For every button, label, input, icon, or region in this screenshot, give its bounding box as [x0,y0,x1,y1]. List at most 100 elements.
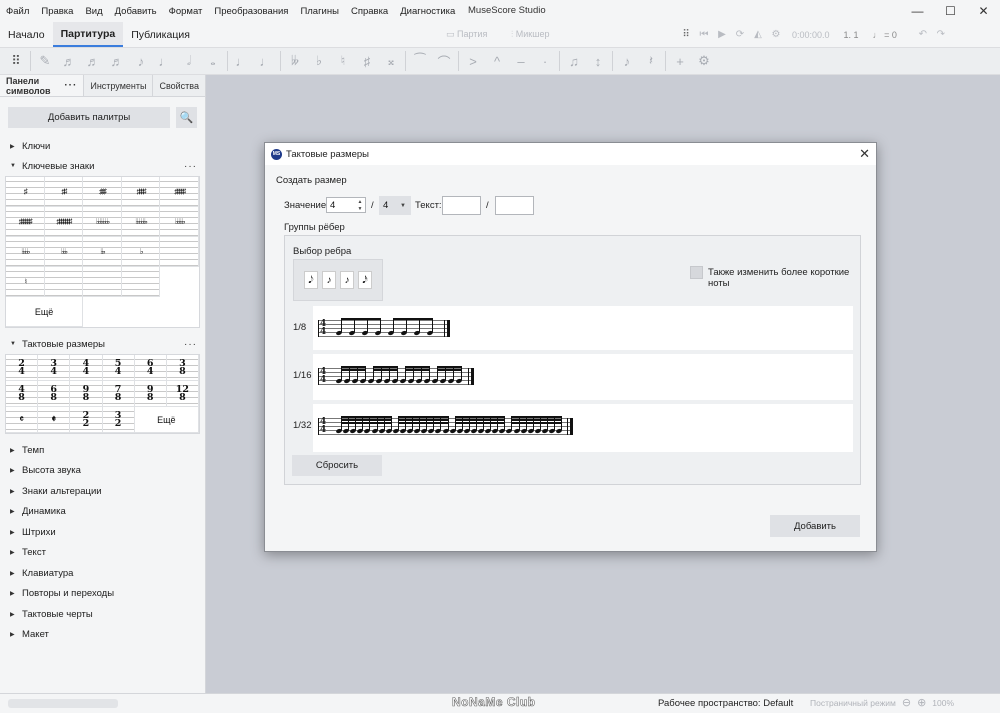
note-input-pen-icon[interactable]: ✎ [33,49,57,73]
text-denominator-input[interactable] [495,196,534,215]
time-signature-cell[interactable]: 44 [70,355,103,381]
palette-header[interactable]: ▶ Клавиатура [0,563,205,584]
rest-icon[interactable]: 𝄽 [639,49,663,73]
drag-handle-icon[interactable]: ⠿ [4,49,28,73]
key-signature-cell[interactable]: ♭♭♭♭♭ [160,207,199,237]
palettes-more-icon[interactable]: ··· [64,80,77,91]
denominator-select[interactable]: 4 ▼ [379,196,411,215]
key-signature-cell[interactable]: ♯♯♯♯ [121,177,161,207]
key-signature-cell[interactable]: ♭♭♭♭♭♭♭ [83,207,122,237]
note-8th-icon[interactable]: ♪ [129,49,153,73]
loop-icon[interactable]: ⟳ [732,27,748,43]
tab-score[interactable]: Партитура [52,22,124,47]
double-sharp-icon[interactable]: 𝄪 [379,49,403,73]
also-shorter-checkbox[interactable] [690,266,703,279]
marcato-icon[interactable]: ^ [485,49,509,73]
key-signature-cell[interactable] [83,267,122,297]
time-signature-cell[interactable]: 34 [38,355,71,381]
note-16th-icon[interactable]: ♬ [105,49,129,73]
accent-icon[interactable]: > [461,49,485,73]
tab-home[interactable]: Начало [0,22,53,47]
key-signature-cell[interactable]: ♯♯♯♯♯♯♯ [44,207,84,237]
flip-icon[interactable]: ↕ [586,49,610,73]
key-signature-cell[interactable]: ♯♯♯ [83,177,122,207]
numerator-spinbox[interactable]: 4 ▲ ▼ [326,197,366,213]
view-mode-selector[interactable]: Постраничный режим [810,698,896,708]
menu-item[interactable]: Правка [35,6,79,17]
beam-staff-preview[interactable]: 44 [313,354,853,400]
menu-item[interactable]: Файл [0,6,35,17]
time-signature-cell[interactable]: 𝄵 [38,407,71,433]
time-signature-cell[interactable]: 32 [102,407,135,433]
tab-instruments[interactable]: Инструменты [84,75,154,96]
tie-icon[interactable]: ⁀ [408,49,432,73]
time-signature-cell[interactable]: 54 [102,355,135,381]
key-signature-cell[interactable]: ♯♯♯♯♯♯ [6,207,45,237]
minimize-button[interactable]: — [901,0,934,22]
tab-publish[interactable]: Публикация [123,22,198,47]
key-signature-cell[interactable]: ♭ [121,237,161,267]
menu-item[interactable]: Преобразования [208,6,294,17]
close-window-button[interactable]: ✕ [967,0,1000,22]
palette-header[interactable]: ▶ Штрихи [0,522,205,543]
beam-middle-icon[interactable]: ♪ [340,271,354,289]
slur-icon[interactable]: ⌒ [432,49,456,73]
search-icon[interactable]: 🔍 [176,107,197,128]
beam-staff-preview[interactable]: 44 [313,404,853,452]
time-signature-cell[interactable]: 78 [102,381,135,407]
add-palette-button[interactable]: Добавить палитры [8,107,171,128]
staccato-icon[interactable]: · [533,49,557,73]
maximize-button[interactable]: ☐ [934,0,967,22]
key-signature-cell[interactable]: ♭♭♭♭ [6,237,45,267]
note-whole-icon[interactable]: 𝅝 [201,49,225,73]
add-button[interactable]: Добавить [770,515,860,537]
palette-header[interactable]: ▶ Ключи [0,136,205,156]
more-key-signatures-button[interactable]: Ещё [6,297,84,327]
play-icon[interactable]: ▶ [714,27,730,43]
key-signature-cell[interactable]: ♯ [6,177,45,207]
time-signature-cell[interactable]: 12 8 [166,381,199,407]
time-signature-cell[interactable]: 48 [6,381,39,407]
palette-header[interactable]: ▶ Повторы и переходы [0,584,205,605]
menu-item[interactable]: Плагины [294,6,345,17]
tenuto-icon[interactable]: – [509,49,533,73]
voice-icon[interactable]: ♪ [615,49,639,73]
spin-down-icon[interactable]: ▼ [356,206,364,213]
note-64th-icon[interactable]: ♬ [57,49,81,73]
beam-staff-preview[interactable]: 44 [313,306,853,350]
add-icon[interactable]: + [668,49,692,73]
zoom-in-icon[interactable]: ⊕ [917,696,926,709]
time-signature-cell[interactable]: 98 [70,381,103,407]
key-signature-cell[interactable]: ♮ [6,267,45,297]
undo-icon[interactable]: ↶ [915,27,931,43]
palette-more-icon[interactable]: ··· [184,161,197,172]
palette-header[interactable]: ▶ Высота звука [0,461,205,482]
spin-up-icon[interactable]: ▲ [356,199,364,206]
flat-icon[interactable]: ♭ [307,49,331,73]
redo-icon[interactable]: ↷ [933,27,949,43]
more-time-signatures-button[interactable]: Ещё [134,407,199,433]
zoom-level[interactable]: 100% [932,698,954,708]
time-signature-cell[interactable]: 98 [134,381,167,407]
sharp-icon[interactable]: ♯ [355,49,379,73]
palette-header[interactable]: ▼ Ключевые знаки ··· [0,156,205,176]
drag-handle-icon[interactable]: ⠿ [678,27,694,43]
note-half-icon[interactable]: 𝅗𝅥 [177,49,201,73]
close-icon[interactable]: ✕ [859,146,870,162]
double-dot-icon[interactable]: ♩ [254,49,278,73]
text-numerator-input[interactable] [442,196,481,215]
time-signature-cell[interactable]: 38 [166,355,199,381]
menu-item[interactable]: Справка [345,6,394,17]
rewind-icon[interactable]: ⏮ [696,27,712,43]
zoom-out-icon[interactable]: ⊖ [902,696,911,709]
palette-header[interactable]: ▶ Динамика [0,502,205,523]
time-signature-cell[interactable]: 𝄴 [6,407,39,433]
palette-header[interactable]: ▼ Тактовые размеры ··· [0,334,205,354]
key-signature-cell[interactable]: ♭♭ [83,237,122,267]
key-signature-cell[interactable]: ♭♭♭♭♭♭ [121,207,161,237]
palette-header[interactable]: ▶ Темп [0,440,205,461]
time-signature-cell[interactable]: 22 [70,407,103,433]
reset-button[interactable]: Сбросить [292,455,382,476]
tuplet-icon[interactable]: ♫ [562,49,586,73]
metronome-icon[interactable]: ◭ [750,27,766,43]
